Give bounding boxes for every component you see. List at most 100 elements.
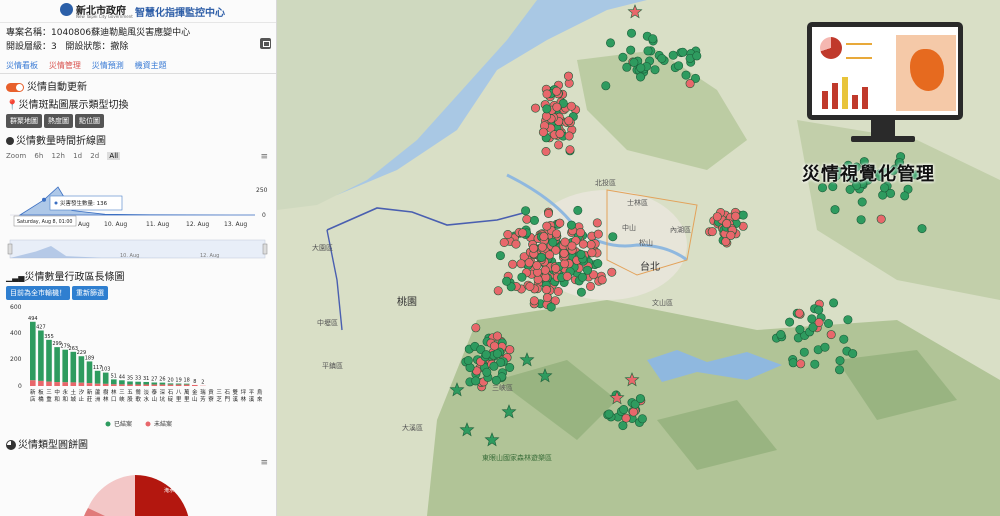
incident-marker-510[interactable]: [618, 421, 628, 431]
incident-marker-76[interactable]: [522, 214, 532, 224]
incident-marker-117[interactable]: [607, 267, 617, 277]
disaster-map[interactable]: 北投區 士林區 中山 內湖區 松山 台北 文山區 大園區 桃園 中壢區 平鎮區 …: [277, 0, 1000, 516]
incident-marker-161[interactable]: [575, 228, 585, 238]
incident-marker-490[interactable]: [635, 72, 645, 82]
incident-marker-423[interactable]: [839, 334, 849, 344]
incident-marker-333[interactable]: [505, 345, 515, 355]
incident-marker-140[interactable]: [511, 239, 521, 249]
bar-open-7[interactable]: [86, 383, 93, 386]
incident-marker-512[interactable]: [635, 394, 645, 404]
incident-marker-446[interactable]: [794, 308, 804, 318]
incident-marker-377[interactable]: [505, 362, 515, 372]
incident-marker-183[interactable]: [542, 293, 552, 303]
incident-marker-194[interactable]: [551, 229, 561, 239]
bar-open-17[interactable]: [167, 384, 174, 386]
bar-closed-0[interactable]: [30, 321, 36, 381]
bar-closed-12[interactable]: [127, 381, 133, 385]
incident-marker-475[interactable]: [601, 81, 611, 91]
incident-marker-213[interactable]: [525, 281, 535, 291]
bar-closed-2[interactable]: [46, 339, 52, 382]
incident-marker-378[interactable]: [490, 341, 500, 351]
incident-marker-390[interactable]: [830, 205, 840, 215]
incident-marker-472[interactable]: [685, 79, 695, 89]
incident-marker-427[interactable]: [843, 315, 853, 325]
bar-closed-10[interactable]: [111, 379, 117, 385]
legend-open[interactable]: 未結案: [154, 420, 172, 428]
incident-marker-462[interactable]: [605, 38, 615, 48]
bar-closed-19[interactable]: [183, 383, 190, 385]
incident-marker-146[interactable]: [593, 229, 603, 239]
incident-marker-16[interactable]: [495, 251, 505, 261]
incident-marker-271[interactable]: [531, 103, 541, 113]
incident-marker-157[interactable]: [566, 220, 576, 230]
incident-marker-247[interactable]: [563, 71, 573, 81]
bar-open-20[interactable]: [192, 384, 198, 386]
incident-marker-451[interactable]: [814, 317, 824, 327]
tab-prediction[interactable]: 災情預測: [92, 61, 124, 70]
incident-marker-276[interactable]: [542, 89, 552, 99]
incident-marker-273[interactable]: [564, 116, 574, 126]
incident-marker-221[interactable]: [554, 140, 564, 150]
incident-marker-172[interactable]: [587, 248, 597, 258]
incident-marker-242[interactable]: [565, 145, 575, 155]
incident-marker-198[interactable]: [532, 260, 542, 270]
tab-dashboard[interactable]: 災情看板: [6, 61, 38, 70]
reset-filter-button[interactable]: 重新篩選: [72, 286, 108, 300]
bar-open-15[interactable]: [151, 384, 158, 386]
incident-marker-208[interactable]: [537, 242, 547, 252]
incident-marker-379[interactable]: [482, 367, 492, 377]
incident-marker-489[interactable]: [636, 63, 646, 73]
incident-marker-323[interactable]: [722, 219, 732, 229]
incident-marker-223[interactable]: [541, 147, 551, 157]
incident-marker-179[interactable]: [536, 252, 546, 262]
pie-slice-light[interactable]: [88, 475, 135, 516]
incident-marker-443[interactable]: [799, 347, 809, 357]
incident-marker-188[interactable]: [542, 221, 552, 231]
zoom-2d[interactable]: 2d: [90, 152, 99, 160]
heatmap-button[interactable]: 熱度圖: [44, 114, 73, 128]
incident-marker-485[interactable]: [648, 34, 658, 44]
incident-marker-352[interactable]: [492, 331, 502, 341]
incident-marker-267[interactable]: [552, 102, 562, 112]
incident-marker-488[interactable]: [657, 53, 667, 63]
incident-marker-491[interactable]: [629, 57, 639, 67]
incident-marker-65[interactable]: [493, 286, 503, 296]
bar-closed-9[interactable]: [102, 372, 109, 384]
incident-marker-373[interactable]: [492, 349, 502, 359]
bar-closed-5[interactable]: [70, 351, 77, 383]
incident-marker-212[interactable]: [573, 205, 583, 215]
incident-marker-205[interactable]: [578, 239, 588, 249]
incident-marker-151[interactable]: [524, 258, 534, 268]
bar-open-8[interactable]: [94, 383, 101, 386]
incident-marker-436[interactable]: [788, 358, 798, 368]
pie-menu-icon[interactable]: ≡: [260, 458, 268, 468]
incident-marker-445[interactable]: [823, 318, 833, 328]
incident-marker-449[interactable]: [820, 342, 830, 352]
pie-slice-flood[interactable]: [135, 475, 190, 516]
incident-marker-81[interactable]: [593, 258, 603, 268]
incident-marker-419[interactable]: [826, 330, 836, 340]
bar-closed-17[interactable]: [167, 383, 174, 385]
incident-marker-186[interactable]: [560, 259, 570, 269]
zoom-all[interactable]: All: [107, 152, 121, 160]
incident-marker-21[interactable]: [543, 209, 553, 219]
incident-marker-371[interactable]: [463, 355, 473, 365]
incident-marker-272[interactable]: [542, 104, 552, 114]
incident-marker-189[interactable]: [541, 285, 551, 295]
incident-marker-52[interactable]: [555, 218, 565, 228]
incident-marker-214[interactable]: [548, 237, 558, 247]
incident-marker-216[interactable]: [597, 275, 607, 285]
incident-marker-509[interactable]: [619, 404, 629, 414]
incident-marker-278[interactable]: [552, 86, 562, 96]
bar-open-4[interactable]: [62, 382, 68, 386]
bar-closed-14[interactable]: [143, 381, 149, 385]
incident-marker-465[interactable]: [650, 65, 660, 75]
incident-marker-158[interactable]: [521, 206, 531, 216]
incident-marker-215[interactable]: [517, 272, 527, 282]
incident-marker-277[interactable]: [564, 131, 574, 141]
zoom-1d[interactable]: 1d: [73, 152, 82, 160]
incident-marker-502[interactable]: [621, 413, 631, 423]
incident-marker-484[interactable]: [626, 28, 636, 38]
bar-open-14[interactable]: [143, 384, 149, 386]
incident-marker-105[interactable]: [530, 215, 540, 225]
